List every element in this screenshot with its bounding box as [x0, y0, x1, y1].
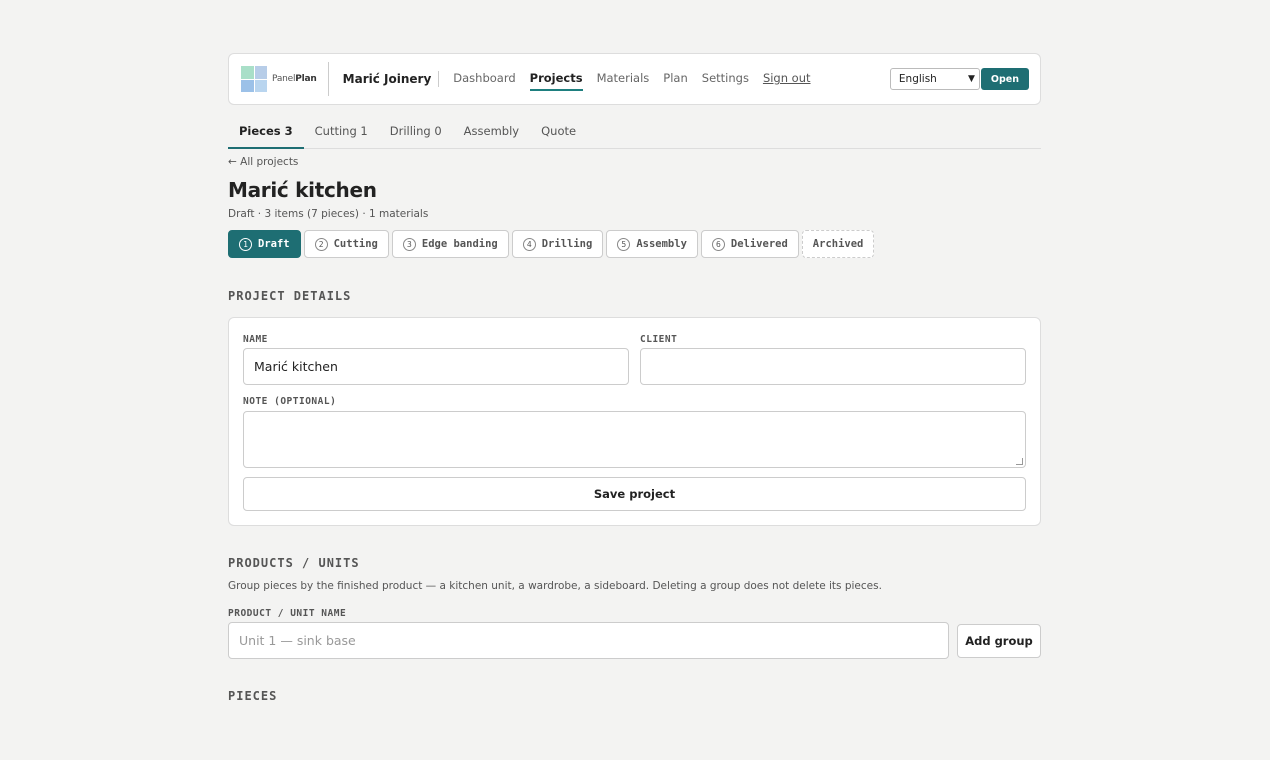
chevron-down-icon: ▼: [967, 74, 975, 84]
stage-delivered[interactable]: 6 Delivered: [700, 230, 799, 258]
stage-label: Cutting: [333, 238, 378, 250]
stage-cutting[interactable]: 2 Cutting: [303, 230, 389, 258]
stage-archived[interactable]: Archived: [801, 230, 875, 258]
language-select[interactable]: English ▼: [889, 68, 980, 90]
name-input[interactable]: Marić kitchen: [243, 348, 629, 385]
stage-drilling[interactable]: 4 Drilling: [511, 230, 604, 258]
stage-assembly[interactable]: 5 Assembly: [606, 230, 698, 258]
sign-out-link[interactable]: Sign out: [763, 67, 811, 91]
note-textarea[interactable]: [243, 411, 1026, 468]
language-value: English: [898, 73, 937, 85]
top-bar: PanelPlan Marić Joinery Dashboard Projec…: [228, 53, 1041, 105]
tab-assembly[interactable]: Assembly: [453, 119, 530, 148]
stage-number: 2: [314, 237, 328, 251]
nav-settings[interactable]: Settings: [702, 67, 749, 91]
client-input[interactable]: [640, 348, 1026, 385]
save-project-button[interactable]: Save project: [243, 477, 1026, 511]
stage-number: 6: [711, 237, 725, 251]
products-help-text: Group pieces by the finished product — a…: [228, 580, 882, 592]
tab-cutting[interactable]: Cutting 1: [304, 119, 379, 148]
tab-quote[interactable]: Quote: [530, 119, 587, 148]
name-label: NAME: [243, 334, 268, 345]
stage-number: 1: [239, 237, 252, 251]
stage-label: Drilling: [541, 238, 593, 250]
nav-materials[interactable]: Materials: [597, 67, 650, 91]
nav-dashboard[interactable]: Dashboard: [453, 67, 515, 91]
stage-number: 5: [617, 237, 631, 251]
stage-number: 3: [402, 237, 416, 251]
project-details-heading: PROJECT DETAILS: [228, 289, 352, 303]
stage-number: 4: [522, 237, 536, 251]
page: PanelPlan Marić Joinery Dashboard Projec…: [228, 53, 1041, 703]
product-name-label: PRODUCT / UNIT NAME: [228, 608, 347, 619]
tab-drilling[interactable]: Drilling 0: [379, 119, 453, 148]
nav-plan[interactable]: Plan: [663, 67, 687, 91]
product-name-input[interactable]: Unit 1 — sink base: [228, 622, 949, 659]
pieces-heading: PIECES: [228, 689, 278, 703]
products-heading: PRODUCTS / UNITS: [228, 556, 360, 570]
back-link[interactable]: ← All projects: [228, 156, 1041, 168]
stage-buttons: 1 Draft 2 Cutting 3 Edge banding 4 Drill…: [228, 230, 1041, 258]
company-name: Marić Joinery: [329, 71, 440, 87]
logo-icon: [241, 66, 267, 92]
stage-edge-banding[interactable]: 3 Edge banding: [391, 230, 509, 258]
nav-projects[interactable]: Projects: [529, 67, 583, 91]
stage-label: Edge banding: [421, 238, 498, 250]
stage-label: Draft: [258, 238, 290, 250]
client-label: CLIENT: [640, 334, 678, 345]
project-meta: Draft · 3 items (7 pieces) · 1 materials: [228, 208, 429, 220]
stage-label: Assembly: [636, 238, 687, 250]
stage-draft[interactable]: 1 Draft: [228, 230, 301, 258]
stage-label: Delivered: [730, 238, 788, 250]
project-tabs: Pieces 3 Cutting 1 Drilling 0 Assembly Q…: [228, 119, 1041, 149]
project-details-card: NAME Marić kitchen CLIENT NOTE (OPTIONAL…: [228, 317, 1041, 526]
stage-label: Archived: [812, 238, 864, 250]
tab-pieces[interactable]: Pieces 3: [228, 119, 304, 149]
logo-text: PanelPlan: [272, 74, 317, 84]
note-label: NOTE (OPTIONAL): [243, 396, 337, 407]
open-button[interactable]: Open: [980, 68, 1029, 90]
page-title: Marić kitchen: [228, 178, 377, 202]
logo[interactable]: PanelPlan: [241, 62, 329, 96]
add-group-button[interactable]: Add group: [957, 623, 1041, 658]
main-nav: Dashboard Projects Materials Plan Settin…: [453, 67, 811, 91]
